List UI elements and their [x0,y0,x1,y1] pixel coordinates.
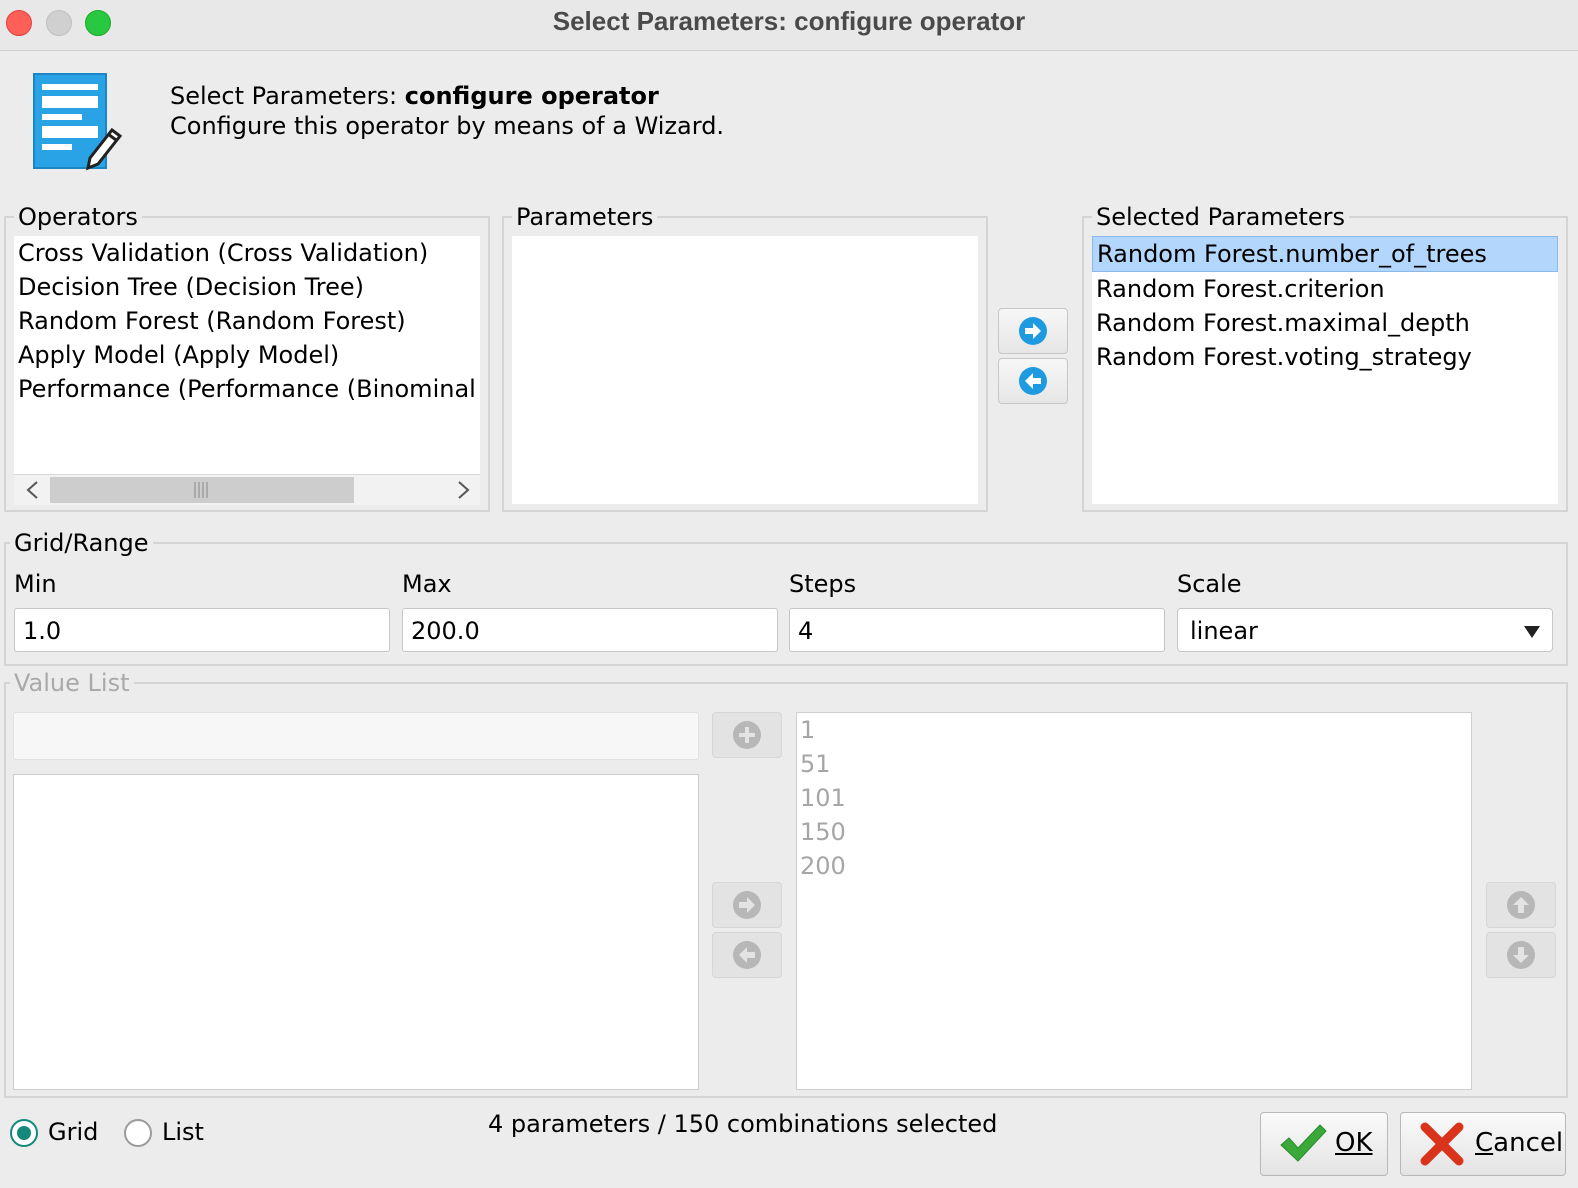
max-input[interactable]: 200.0 [402,608,778,652]
arrow-up-icon [1507,891,1535,919]
arrow-right-icon [1019,317,1047,345]
value-item[interactable]: 51 [797,747,1471,781]
cancel-mnemonic: C [1475,1128,1494,1158]
radio-dot [17,1126,31,1140]
header-title-bold: configure operator [404,82,659,110]
arrow-down-icon [1507,941,1535,969]
move-value-down-button[interactable] [1486,932,1556,978]
value-item[interactable]: 150 [797,815,1471,849]
move-value-right-button[interactable] [712,882,782,928]
min-input[interactable]: 1.0 [14,608,390,652]
grid-range-legend: Grid/Range [10,528,153,558]
selected-parameters-group: Selected Parameters Random Forest.number… [1082,202,1568,512]
value-list[interactable]: 1 51 101 150 200 [796,712,1472,1090]
header-title-prefix: Select Parameters: [170,82,405,110]
horizontal-scrollbar[interactable] [14,474,480,505]
selected-parameter-item[interactable]: Random Forest.maximal_depth [1092,306,1558,340]
operators-group: Operators Cross Validation (Cross Valida… [4,202,490,512]
status-text: 4 parameters / 150 combinations selected [488,1110,998,1138]
scroll-left-icon[interactable] [24,479,40,505]
parameters-list[interactable] [512,236,978,504]
ok-button[interactable]: OK [1260,1112,1388,1176]
max-label: Max [402,570,452,598]
grid-radio-label[interactable]: Grid [48,1118,98,1146]
grip-icon [194,482,208,498]
arrow-right-icon [733,891,761,919]
scale-select[interactable]: linear [1177,608,1553,652]
list-radio[interactable] [124,1119,152,1147]
value-item[interactable]: 1 [797,713,1471,747]
arrow-left-icon [1019,367,1047,395]
operator-item[interactable]: Random Forest (Random Forest) [14,304,480,338]
chevron-down-icon [1524,626,1540,638]
operator-item[interactable]: Cross Validation (Cross Validation) [14,236,480,270]
header-subtitle: Configure this operator by means of a Wi… [170,112,725,140]
add-value-button[interactable] [712,712,782,758]
selected-parameters-legend: Selected Parameters [1092,202,1350,232]
value-source-list[interactable] [13,774,699,1090]
parameters-legend: Parameters [512,202,658,232]
title-bar: Select Parameters: configure operator [0,0,1578,51]
remove-parameter-button[interactable] [998,358,1068,404]
steps-label: Steps [789,570,857,598]
cancel-label: Cancel [1475,1128,1564,1158]
value-item[interactable]: 200 [797,849,1471,883]
value-list-legend: Value List [10,668,134,698]
operator-item[interactable]: Decision Tree (Decision Tree) [14,270,480,304]
wizard-document-icon [32,72,123,172]
selected-parameters-list[interactable]: Random Forest.number_of_trees Random For… [1092,236,1558,504]
ok-label: OK [1335,1128,1373,1158]
header-title: Select Parameters: configure operator [170,82,659,110]
scroll-right-icon[interactable] [456,479,472,505]
operators-list[interactable]: Cross Validation (Cross Validation) Deci… [14,236,480,474]
value-item[interactable]: 101 [797,781,1471,815]
x-icon [1420,1122,1464,1166]
parameters-group: Parameters [502,202,988,512]
grid-radio[interactable] [10,1119,38,1147]
add-parameter-button[interactable] [998,308,1068,354]
selected-parameter-item[interactable]: Random Forest.criterion [1092,272,1558,306]
scale-label: Scale [1177,570,1242,598]
selected-parameter-item[interactable]: Random Forest.number_of_trees [1092,236,1558,272]
scrollbar-thumb[interactable] [50,477,354,503]
operators-legend: Operators [14,202,142,232]
move-value-left-button[interactable] [712,932,782,978]
scale-select-value: linear [1190,617,1258,645]
move-value-up-button[interactable] [1486,882,1556,928]
min-label: Min [14,570,57,598]
window-title: Select Parameters: configure operator [552,6,1026,36]
value-input[interactable] [13,712,699,760]
selected-parameter-item[interactable]: Random Forest.voting_strategy [1092,340,1558,374]
operator-item[interactable]: Apply Model (Apply Model) [14,338,480,372]
checkmark-icon [1280,1124,1327,1162]
arrow-left-icon [733,941,761,969]
cancel-button[interactable]: Cancel [1400,1112,1566,1176]
steps-input[interactable]: 4 [789,608,1165,652]
plus-icon [733,721,761,749]
operator-item[interactable]: Performance (Performance (Binominal Cl [14,372,480,406]
list-radio-label[interactable]: List [162,1118,204,1146]
